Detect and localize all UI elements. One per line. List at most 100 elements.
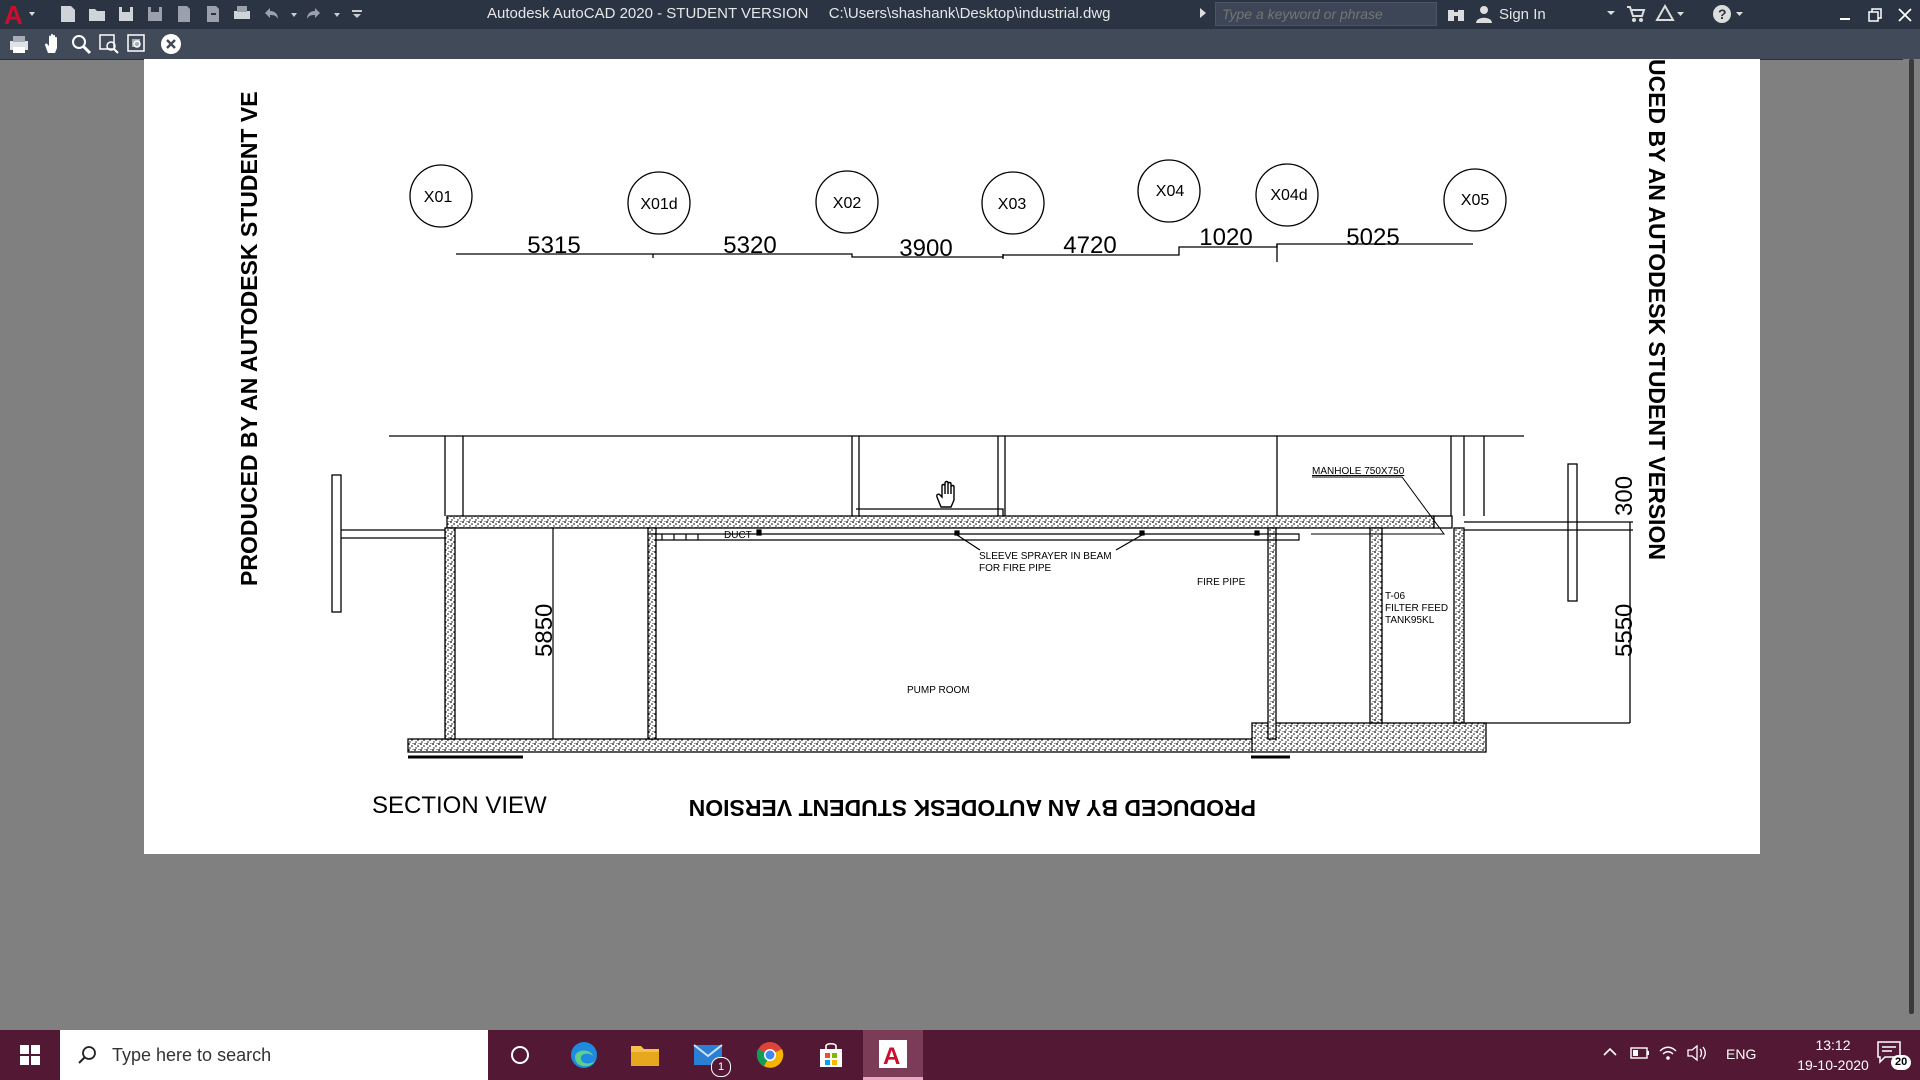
zoom-window-icon[interactable]	[98, 33, 120, 55]
search-expand-icon[interactable]	[1200, 8, 1206, 18]
sleeve-label-line2: FOR FIRE PIPE	[979, 563, 1052, 574]
tank-label-line2: FILTER FEED	[1385, 603, 1448, 614]
cart-icon[interactable]	[1626, 4, 1646, 24]
dim-5025: 5025	[1346, 224, 1399, 251]
undo-dropdown-icon[interactable]	[290, 4, 298, 24]
grid-bubbles	[409, 159, 1507, 235]
cortana-circle-icon	[511, 1046, 529, 1064]
clock-date: 19-10-2020	[1797, 1057, 1869, 1073]
watermark-bottom: PRODUCED BY AN AUTODESK STUDENT VERSION	[689, 795, 1256, 821]
clock[interactable]: 13:12 19-10-2020	[1788, 1035, 1878, 1075]
plot-preview-toolbar	[0, 29, 1920, 60]
close-icon	[1898, 7, 1912, 22]
dim-5315: 5315	[527, 232, 580, 259]
mail-taskbar-button[interactable]: 1	[678, 1030, 738, 1080]
redo-icon[interactable]	[304, 4, 324, 24]
manhole-label: MANHOLE 750X750	[1312, 466, 1405, 477]
clock-time: 13:12	[1815, 1037, 1851, 1053]
show-hidden-icons-chevron-icon[interactable]	[1602, 1044, 1618, 1060]
binoculars-icon[interactable]	[1446, 4, 1466, 24]
grid-label-x03: X03	[998, 196, 1027, 213]
grid-label-x04d: X04d	[1270, 187, 1307, 204]
user-icon	[1476, 6, 1492, 23]
zoom-icon[interactable]	[70, 33, 92, 55]
sleeve-label-line1: SLEEVE SPRAYER IN BEAM	[979, 551, 1112, 562]
chrome-taskbar-button[interactable]	[740, 1030, 800, 1080]
dim-3900: 3900	[899, 235, 952, 262]
open-web-icon[interactable]	[174, 4, 194, 24]
customize-toolbar-icon[interactable]	[347, 4, 367, 24]
edge-taskbar-button[interactable]	[554, 1030, 614, 1080]
windows-logo-icon	[20, 1045, 40, 1065]
action-center-button[interactable]: 20	[1874, 1038, 1912, 1072]
duct-label: DUCT	[724, 530, 752, 541]
signin-dropdown-icon[interactable]	[1606, 8, 1616, 18]
dim-4720: 4720	[1063, 232, 1116, 259]
sign-in-button[interactable]: Sign In	[1475, 4, 1546, 24]
notification-count-badge: 20	[1891, 1055, 1912, 1070]
mail-unread-badge: 1	[711, 1057, 731, 1077]
grid-label-x01d: X01d	[640, 196, 677, 213]
chrome-icon	[756, 1042, 784, 1068]
autocad-taskbar-button[interactable]: A	[863, 1030, 923, 1080]
dim-1020: 1020	[1199, 224, 1252, 251]
concrete-slabs	[407, 515, 1487, 759]
taskbar-search-box[interactable]: Type here to search	[60, 1030, 488, 1080]
volume-icon[interactable]	[1686, 1044, 1708, 1062]
battery-icon[interactable]	[1630, 1044, 1650, 1062]
restore-button[interactable]	[1860, 0, 1890, 29]
structure-lines	[331, 435, 1633, 724]
zoom-original-icon[interactable]	[126, 33, 148, 55]
keyword-search-input[interactable]	[1215, 2, 1437, 26]
tank-label-line1: T-06	[1385, 591, 1405, 602]
scrollbar-thumb[interactable]	[1909, 59, 1914, 1014]
folder-icon	[631, 1046, 659, 1066]
title-bar: A Autodesk AutoCAD 2020 - STUDENT VERSIO…	[0, 0, 1920, 29]
section-view-drawing: X01 X01d X02 X03 X04 X04d X05 5315 5320 …	[236, 59, 1670, 821]
close-preview-icon[interactable]	[160, 33, 182, 55]
minimize-icon	[1840, 17, 1850, 20]
watermark-right: UCED BY AN AUTODESK STUDENT VERSION	[1644, 59, 1670, 560]
grid-label-x02: X02	[833, 195, 862, 212]
pan-cursor-icon	[936, 480, 955, 508]
dim-5850: 5850	[531, 604, 558, 657]
save-as-icon[interactable]	[145, 4, 165, 24]
open-folder-icon[interactable]	[87, 4, 107, 24]
task-view-button[interactable]	[490, 1030, 550, 1080]
undo-icon[interactable]	[261, 4, 281, 24]
store-taskbar-button[interactable]	[801, 1030, 861, 1080]
section-view-title: SECTION VIEW	[372, 792, 547, 819]
close-window-button[interactable]	[1890, 0, 1920, 29]
svg-text:?: ?	[1718, 6, 1727, 22]
help-icon[interactable]: ?	[1712, 4, 1746, 24]
dim-300: 300	[1611, 476, 1638, 516]
store-bag-icon	[820, 1042, 842, 1067]
grid-label-x01: X01	[424, 189, 453, 206]
vertical-scrollbar[interactable]	[1903, 59, 1920, 1030]
taskbar-search-placeholder: Type here to search	[112, 1044, 272, 1065]
minimize-button[interactable]	[1830, 0, 1860, 29]
save-icon[interactable]	[116, 4, 136, 24]
file-explorer-taskbar-button[interactable]	[615, 1030, 675, 1080]
autocad-app-icon: A	[879, 1039, 907, 1069]
edge-browser-icon	[571, 1042, 597, 1068]
grid-label-x04: X04	[1156, 183, 1185, 200]
grid-label-x05: X05	[1461, 192, 1490, 209]
redo-dropdown-icon[interactable]	[333, 4, 341, 24]
plot-preview-canvas[interactable]: X01 X01d X02 X03 X04 X04d X05 5315 5320 …	[0, 59, 1920, 1030]
save-web-icon[interactable]	[203, 4, 223, 24]
svg-text:A: A	[883, 1043, 900, 1069]
plot-icon[interactable]	[232, 4, 252, 24]
plot-icon[interactable]	[8, 33, 30, 55]
start-button[interactable]	[0, 1030, 60, 1080]
new-file-icon[interactable]	[58, 4, 78, 24]
search-icon	[78, 1046, 96, 1064]
app-title: Autodesk AutoCAD 2020 - STUDENT VERSION	[487, 5, 809, 22]
window-title: Autodesk AutoCAD 2020 - STUDENT VERSION …	[487, 5, 1111, 22]
fire-pipe-label: FIRE PIPE	[1197, 577, 1246, 588]
pan-hand-icon[interactable]	[42, 33, 64, 55]
autodesk-a360-icon[interactable]	[1655, 4, 1685, 24]
wifi-icon[interactable]	[1658, 1044, 1678, 1062]
language-indicator[interactable]: ENG	[1726, 1046, 1756, 1062]
autocad-logo-icon[interactable]: A	[2, 1, 36, 28]
